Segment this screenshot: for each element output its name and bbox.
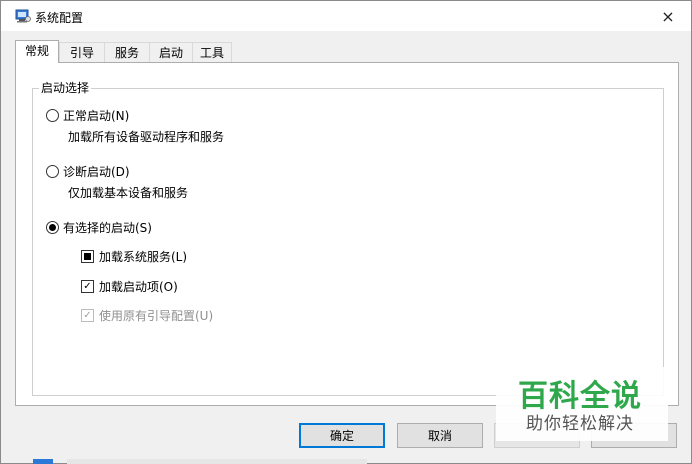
tab-boot[interactable]: 引导 <box>59 42 105 62</box>
close-button[interactable]: × <box>645 1 691 31</box>
watermark-overlay: 百科全说 助你轻松解决 <box>496 367 668 441</box>
load-system-services-checkbox[interactable]: 加载系统服务(L) <box>81 248 187 265</box>
radio-circle <box>46 109 59 122</box>
normal-startup-desc: 加载所有设备驱动程序和服务 <box>68 130 225 144</box>
system-config-window: 系统配置 × 常规 引导 服务 启动 工具 启动选择 正常启动(N) 加载所有设… <box>0 0 692 464</box>
tab-general[interactable]: 常规 <box>15 40 59 63</box>
group-label: 启动选择 <box>39 81 92 95</box>
selective-startup-radio[interactable]: 有选择的启动(S) <box>46 219 152 236</box>
ok-button[interactable]: 确定 <box>299 423 385 448</box>
load-startup-items-checkbox[interactable]: ✓ 加载启动项(O) <box>81 278 178 295</box>
radio-circle <box>46 165 59 178</box>
window-title: 系统配置 <box>35 11 84 25</box>
radio-circle-selected <box>46 221 59 234</box>
taskbar-strip <box>67 459 367 464</box>
use-original-boot-config-checkbox[interactable]: ✓ 使用原有引导配置(U) <box>81 307 213 324</box>
tab-services[interactable]: 服务 <box>104 42 150 62</box>
cancel-button[interactable]: 取消 <box>397 423 483 448</box>
startup-selection-group: 启动选择 正常启动(N) 加载所有设备驱动程序和服务 诊断启动(D) 仅加载基本… <box>32 81 664 396</box>
msconfig-icon <box>15 9 31 23</box>
tab-tools[interactable]: 工具 <box>192 42 232 62</box>
check-icon: ✓ <box>81 309 94 322</box>
checkbox-box <box>81 250 94 263</box>
diagnostic-startup-desc: 仅加载基本设备和服务 <box>68 186 189 200</box>
normal-startup-radio[interactable]: 正常启动(N) <box>46 107 129 124</box>
title-bar: 系统配置 × <box>1 1 691 31</box>
tab-startup[interactable]: 启动 <box>149 42 193 62</box>
general-tab-panel: 启动选择 正常启动(N) 加载所有设备驱动程序和服务 诊断启动(D) 仅加载基本… <box>15 62 679 406</box>
diagnostic-startup-radio[interactable]: 诊断启动(D) <box>46 163 130 180</box>
taskbar-app-icon[interactable] <box>33 459 53 464</box>
check-icon: ✓ <box>81 280 94 293</box>
watermark-subtitle: 助你轻松解决 <box>526 414 634 434</box>
close-icon: × <box>661 6 675 26</box>
